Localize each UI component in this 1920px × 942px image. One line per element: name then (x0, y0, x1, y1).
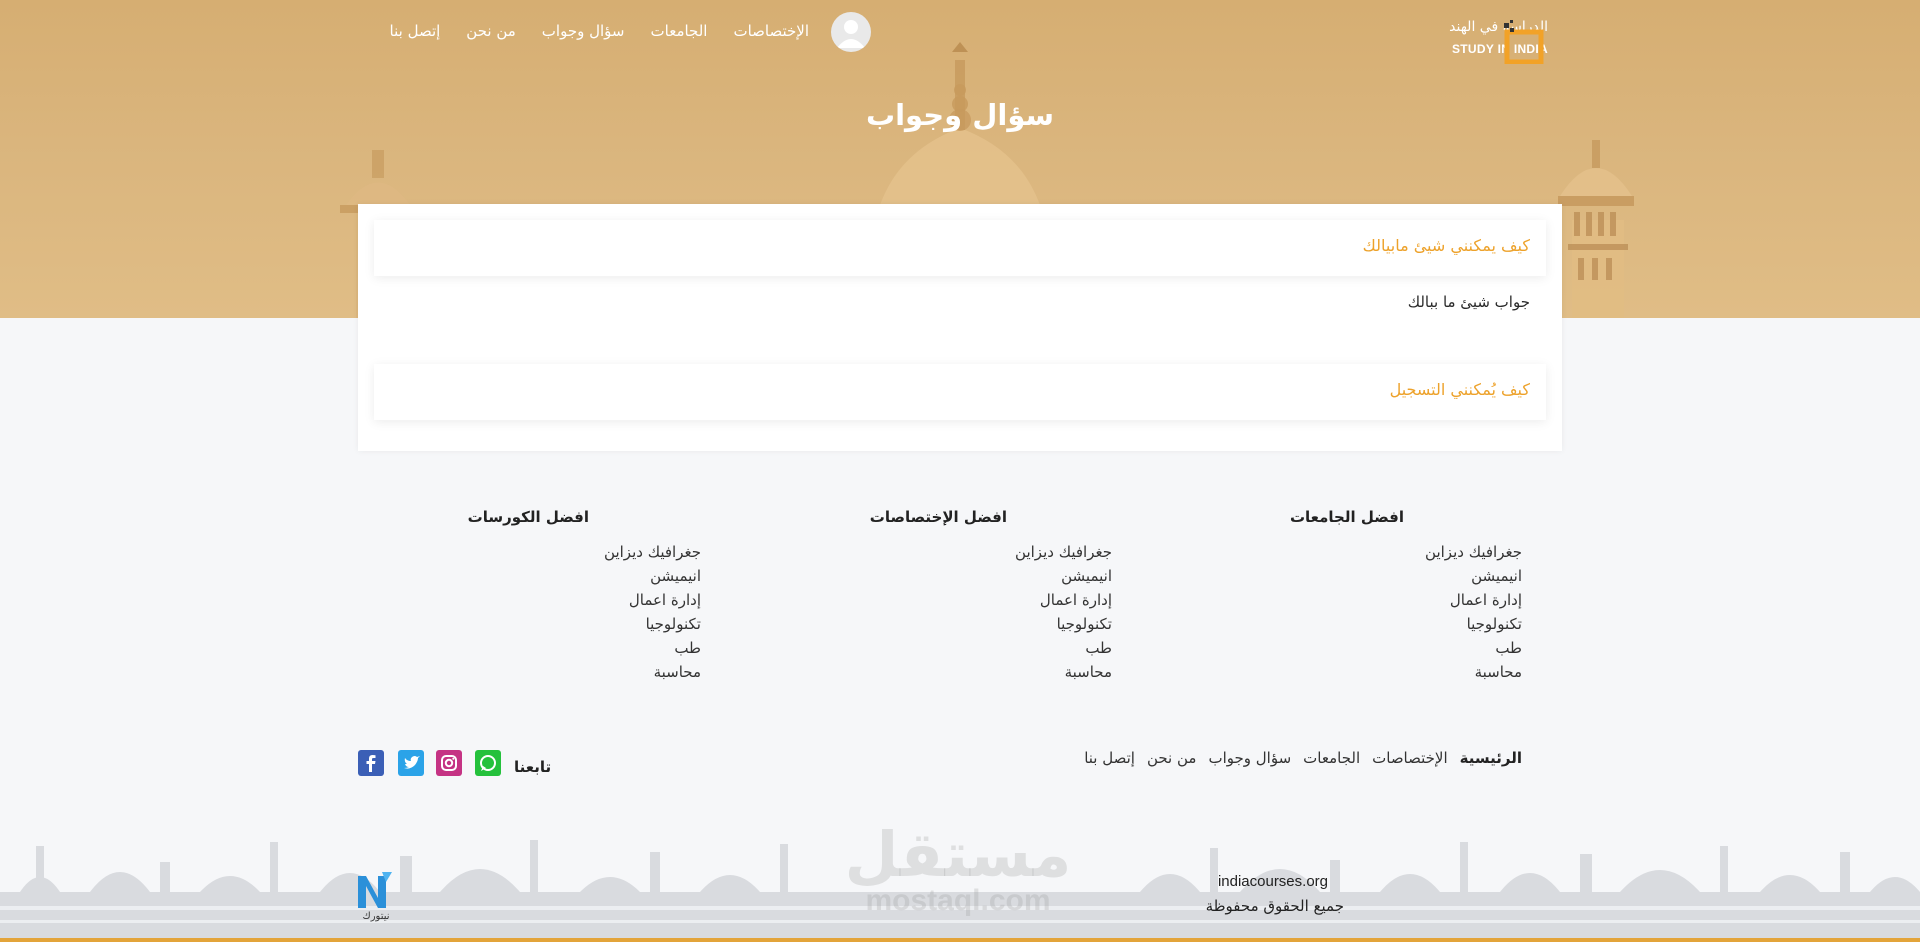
nav-link-contact[interactable]: إتصل بنا (390, 22, 441, 40)
footer-link[interactable]: تكنولوجيا (1425, 612, 1522, 636)
footer-link[interactable]: انيميشن (1015, 564, 1112, 588)
footer-nav: الرئيسية الإختصاصات الجامعات سؤال وجواب … (1084, 749, 1522, 767)
footer-link[interactable]: طب (1425, 636, 1522, 660)
watermark-logo: مستقل (844, 818, 1072, 891)
whatsapp-icon[interactable] (475, 750, 501, 776)
nav-links: الإختصاصات الجامعات سؤال وجواب من نحن إت… (390, 22, 809, 40)
top-nav: الدراسة في الهند STUDY IN INDIA الإختصاص… (0, 0, 1920, 64)
faq-question[interactable]: كيف يُمكنني التسجيل (1390, 380, 1530, 399)
copyright-text: جميع الحقوق محفوظة (1205, 897, 1344, 915)
footer-link[interactable]: محاسبة (1425, 660, 1522, 684)
site-logo[interactable]: الدراسة في الهند STUDY IN INDIA (1376, 12, 1548, 64)
watermark-url: mostaql.com (865, 884, 1051, 917)
footer-link[interactable]: إدارة اعمال (1015, 588, 1112, 612)
footer-nav-universities[interactable]: الجامعات (1303, 749, 1360, 767)
faq-panel: كيف يمكنني شيئ مابيالك جواب شيئ ما ببالك… (358, 204, 1562, 451)
footer-link[interactable]: تكنولوجيا (1015, 612, 1112, 636)
faq-answer: جواب شيئ ما ببالك (1407, 293, 1530, 311)
footer-nav-home[interactable]: الرئيسية (1460, 749, 1522, 767)
faq-question[interactable]: كيف يمكنني شيئ مابيالك (1363, 236, 1530, 255)
footer-link[interactable]: إدارة اعمال (1425, 588, 1522, 612)
follow-label: تابعنا (514, 758, 552, 776)
footer-col-list: جغرافيك ديزاين انيميشن إدارة اعمال تكنول… (1425, 540, 1522, 684)
nav-link-specializations[interactable]: الإختصاصات (733, 22, 809, 40)
footer-nav-faq[interactable]: سؤال وجواب (1208, 749, 1291, 767)
footer-link[interactable]: طب (1015, 636, 1112, 660)
footer-nav-about[interactable]: من نحن (1147, 749, 1197, 767)
footer-link[interactable]: محاسبة (604, 660, 701, 684)
footer-col-title: افضل الكورسات (467, 508, 589, 526)
footer-col-title: افضل الإختصاصات (869, 508, 1007, 526)
twitter-icon[interactable] (398, 750, 424, 776)
logo-mark-icon (1504, 20, 1544, 64)
user-avatar[interactable] (831, 12, 871, 52)
footer-link[interactable]: انيميشن (604, 564, 701, 588)
faq-item[interactable]: كيف يُمكنني التسجيل (374, 364, 1546, 420)
footer-col-list: جغرافيك ديزاين انيميشن إدارة اعمال تكنول… (1015, 540, 1112, 684)
facebook-icon[interactable] (358, 750, 384, 776)
page-title: سؤال وجواب (865, 98, 1055, 132)
footer-link[interactable]: تكنولوجيا (604, 612, 701, 636)
footer-link[interactable]: محاسبة (1015, 660, 1112, 684)
nav-link-universities[interactable]: الجامعات (651, 22, 708, 40)
developer-logo-icon[interactable] (356, 872, 396, 932)
footer-link[interactable]: جغرافيك ديزاين (604, 540, 701, 564)
instagram-icon[interactable] (436, 750, 462, 776)
footer-col-list: جغرافيك ديزاين انيميشن إدارة اعمال تكنول… (604, 540, 701, 684)
site-url[interactable]: indiacourses.org (1218, 873, 1328, 890)
footer-col-title: افضل الجامعات (1289, 508, 1404, 526)
footer-link[interactable]: انيميشن (1425, 564, 1522, 588)
footer-link[interactable]: جغرافيك ديزاين (1425, 540, 1522, 564)
bottom-accent-bar (0, 938, 1920, 942)
nav-link-about[interactable]: من نحن (466, 22, 516, 40)
footer-nav-specializations[interactable]: الإختصاصات (1372, 749, 1448, 767)
footer-link[interactable]: جغرافيك ديزاين (1015, 540, 1112, 564)
user-icon (837, 20, 865, 48)
footer-nav-contact[interactable]: إتصل بنا (1084, 749, 1135, 767)
footer-link[interactable]: طب (604, 636, 701, 660)
footer-link[interactable]: إدارة اعمال (604, 588, 701, 612)
developer-label: نيتورك (362, 911, 390, 922)
faq-item[interactable]: كيف يمكنني شيئ مابيالك (374, 220, 1546, 276)
nav-link-faq[interactable]: سؤال وجواب (542, 22, 625, 40)
